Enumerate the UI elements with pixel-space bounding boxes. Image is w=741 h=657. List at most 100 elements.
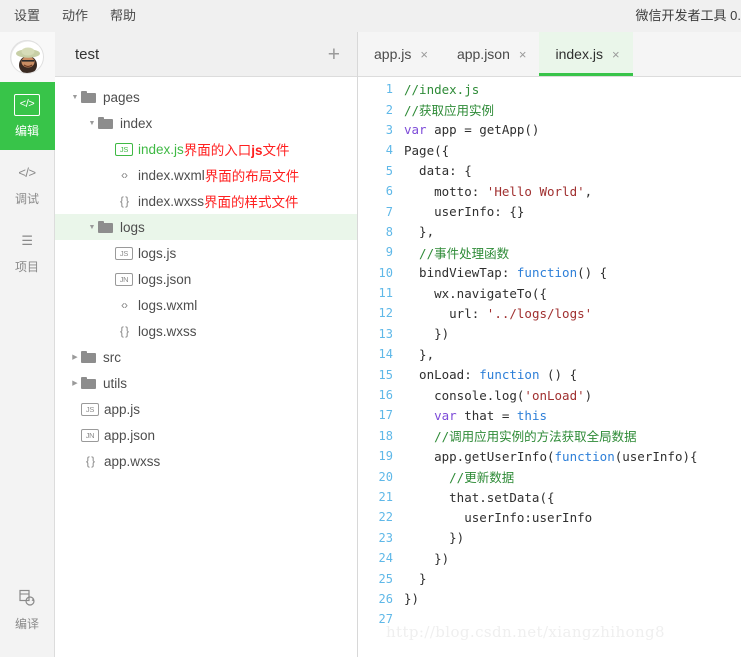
project-name: test <box>75 46 325 63</box>
line-content: }) <box>404 530 464 545</box>
close-icon[interactable]: × <box>612 48 620 61</box>
line-number: 11 <box>358 286 404 300</box>
code-token: app.getUserInfo( <box>404 449 555 464</box>
line-content: data: { <box>404 163 472 178</box>
menu-item-1[interactable]: 设置 <box>14 0 40 32</box>
line-content: userInfo: {} <box>404 204 524 219</box>
js-file-icon: JS <box>115 143 133 156</box>
rail-item-0[interactable]: </>编辑 <box>0 82 55 150</box>
line-number: 13 <box>358 327 404 341</box>
tree-file-row[interactable]: ‹›logs.wxml <box>55 292 357 318</box>
tree-item-label: logs.json <box>138 272 191 287</box>
line-number: 2 <box>358 103 404 117</box>
code-token: 'onLoad' <box>524 388 584 403</box>
editor-tab[interactable]: index.js× <box>539 32 632 76</box>
close-icon[interactable]: × <box>420 48 428 61</box>
chevron-down-icon[interactable] <box>86 224 98 231</box>
code-token: userInfo: {} <box>404 204 524 219</box>
code-line: 17 var that = this <box>358 405 741 425</box>
tree-item-label: utils <box>103 376 127 391</box>
editor-tab[interactable]: app.json× <box>441 32 540 76</box>
line-number: 26 <box>358 592 404 606</box>
rail-items: </>编辑</>调试☰项目 <box>0 82 55 286</box>
line-content: //事件处理函数 <box>404 243 509 262</box>
folder-icon <box>81 351 98 364</box>
chevron-down-icon[interactable] <box>86 120 98 127</box>
tree-file-row[interactable]: { }app.wxss <box>55 448 357 474</box>
main-body: </>编辑</>调试☰项目 编译 test + pag <box>0 32 741 657</box>
tree-folder-row[interactable]: index <box>55 110 357 136</box>
chevron-right-icon[interactable] <box>69 353 81 361</box>
rail-item-1[interactable]: </>调试 <box>0 150 55 218</box>
tree-file-row[interactable]: JSlogs.js <box>55 240 357 266</box>
line-content: app.getUserInfo(function(userInfo){ <box>404 449 698 464</box>
watermark: http://blog.csdn.net/xiangzhihong8 <box>386 623 665 641</box>
code-line: 24 }) <box>358 548 741 568</box>
line-content: //调用应用实例的方法获取全局数据 <box>404 426 637 445</box>
code-line: 20 //更新数据 <box>358 466 741 486</box>
menu-item-2[interactable]: 动作 <box>62 0 88 32</box>
tree-folder-row[interactable]: logs <box>55 214 357 240</box>
code-token: function <box>555 449 615 464</box>
code-line: 11 wx.navigateTo({ <box>358 283 741 303</box>
code-lines: 1//index.js2//获取应用实例3var app = getApp()4… <box>358 79 741 630</box>
line-number: 12 <box>358 306 404 320</box>
line-content: url: '../logs/logs' <box>404 306 592 321</box>
line-content: }, <box>404 347 434 362</box>
code-token: var <box>404 122 427 137</box>
tree-file-row[interactable]: { }logs.wxss <box>55 318 357 344</box>
tree-file-row[interactable]: ‹› index.wxml界面的布局文件 <box>55 162 357 188</box>
tree-folder-row[interactable]: pages <box>55 84 357 110</box>
folder-icon <box>98 221 115 234</box>
line-number: 23 <box>358 531 404 545</box>
line-number: 4 <box>358 143 404 157</box>
line-number: 9 <box>358 245 404 259</box>
rail-item-2[interactable]: ☰项目 <box>0 218 55 286</box>
close-icon[interactable]: × <box>519 48 527 61</box>
line-content: console.log('onLoad') <box>404 388 592 403</box>
code-line: 7 userInfo: {} <box>358 201 741 221</box>
tree-item-label: pages <box>103 90 140 105</box>
line-content: var app = getApp() <box>404 122 539 137</box>
code-line: 18 //调用应用实例的方法获取全局数据 <box>358 426 741 446</box>
tree-folder-row[interactable]: utils <box>55 370 357 396</box>
add-file-button[interactable]: + <box>325 44 343 65</box>
tree-file-row[interactable]: { }index.wxss界面的样式文件 <box>55 188 357 214</box>
compile-icon <box>14 587 40 609</box>
editor-tab[interactable]: app.js× <box>358 32 441 76</box>
avatar-container[interactable] <box>0 32 55 82</box>
js-file-icon: JS <box>115 247 133 260</box>
menu-items: 设置动作帮助 <box>14 0 158 32</box>
wxml-file-icon: ‹› <box>115 168 133 182</box>
menu-item-3[interactable]: 帮助 <box>110 0 136 32</box>
line-number: 7 <box>358 205 404 219</box>
code-area[interactable]: 1//index.js2//获取应用实例3var app = getApp()4… <box>358 77 741 657</box>
tree-item-label: logs.wxss <box>138 324 197 339</box>
rail-item-label: 项目 <box>15 258 39 275</box>
code-token: //index.js <box>404 82 479 97</box>
tree-file-row[interactable]: JSindex.js界面的入口js文件 <box>55 136 357 162</box>
line-content: userInfo:userInfo <box>404 510 592 525</box>
app-window: 设置动作帮助 微信开发者工具 0. </>编辑</>调 <box>0 0 741 657</box>
code-line: 14 }, <box>358 344 741 364</box>
rail-item-compile[interactable]: 编译 <box>0 575 55 643</box>
rail-item-compile-label: 编译 <box>15 615 39 632</box>
avatar[interactable] <box>10 40 44 74</box>
tree-item-annotation: 界面的布局文件 <box>205 165 300 185</box>
tree-file-row[interactable]: JNapp.json <box>55 422 357 448</box>
wxss-file-icon: { } <box>115 194 133 208</box>
tree-folder-row[interactable]: src <box>55 344 357 370</box>
line-content: onLoad: function () { <box>404 367 577 382</box>
code-line: 15 onLoad: function () { <box>358 364 741 384</box>
tree-item-label: index.wxml <box>138 168 205 183</box>
code-line: 1//index.js <box>358 79 741 99</box>
tree-file-row[interactable]: JNlogs.json <box>55 266 357 292</box>
line-number: 3 <box>358 123 404 137</box>
code-line: 22 userInfo:userInfo <box>358 507 741 527</box>
line-content: motto: 'Hello World', <box>404 184 592 199</box>
line-number: 8 <box>358 225 404 239</box>
code-line: 6 motto: 'Hello World', <box>358 181 741 201</box>
chevron-right-icon[interactable] <box>69 379 81 387</box>
chevron-down-icon[interactable] <box>69 94 81 101</box>
tree-file-row[interactable]: JSapp.js <box>55 396 357 422</box>
